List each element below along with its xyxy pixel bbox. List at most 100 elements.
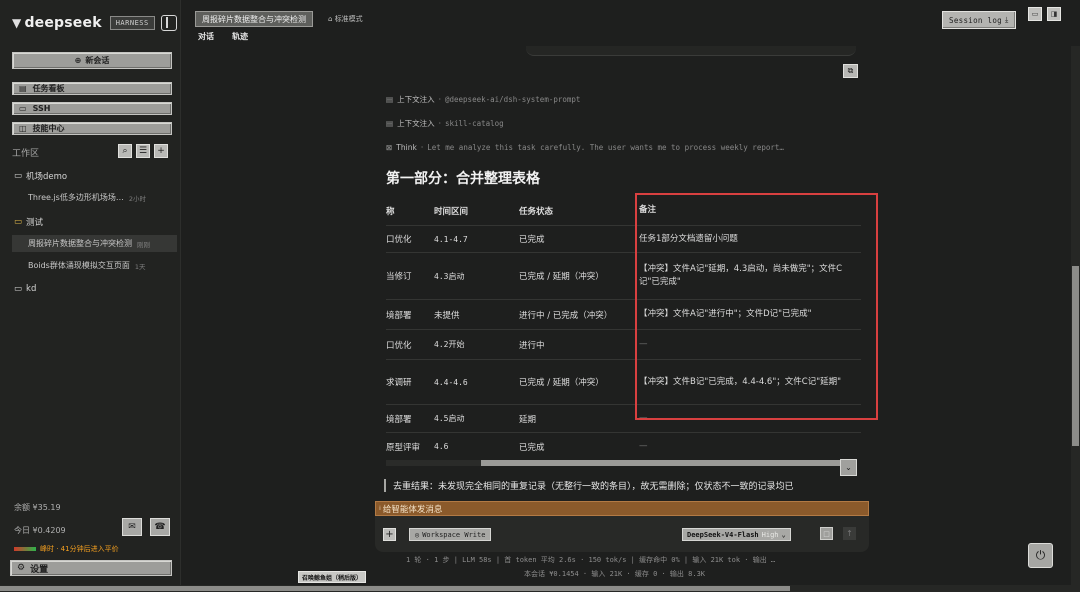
folder-test[interactable]: ▭ 测试 [14,216,43,228]
mode-label: 标准模式 [334,15,363,23]
think-icon: ⊠ [386,143,393,152]
session-time: 1天 [134,262,146,271]
call-button[interactable]: ☎ [150,518,170,536]
balance-text: 余额 ¥35.19 [14,503,61,512]
chat-area: ⧉ ▤ 上下文注入 · @deepseek-ai/dsh-system-prom… [181,46,1071,592]
promo-text: 峰时 · 41分钟后进入平价 [40,545,119,553]
scroll-down-button[interactable]: ⌄ [840,459,857,476]
arrow-up-icon: ↑ [846,529,853,538]
session-item-weekly-report[interactable]: 周报碎片数据整合与冲突检测 刚刚 [12,235,177,252]
cell: 求调研 [386,378,412,388]
session-item-boids[interactable]: Boids群体涌现模拟交互页面 1天 [12,257,177,274]
new-chat-button[interactable]: ⊕ 新会话 [12,52,172,69]
session-log-button[interactable]: Session log ⤓ [942,11,1016,29]
send-button[interactable]: ↑ [843,527,856,540]
cell: 未提供 [434,310,460,321]
folder-airport-demo[interactable]: ▭ 机场demo [14,170,67,182]
folder-kd[interactable]: ▭ kd [14,284,36,294]
context-injection-2[interactable]: ▤ 上下文注入 · skill-catalog [386,118,504,129]
copy-button[interactable]: ⧉ [843,64,858,78]
header-cell: 称 [386,206,395,217]
session-title-pill[interactable]: 周报碎片数据整合与冲突检测 [195,11,313,27]
chevron-down-icon: ⌄ [781,530,786,539]
header-cell: 任务状态 [519,206,554,217]
folder-closed-icon: ▭ [14,284,23,294]
task-board-button[interactable]: ▤ 任务看板 [12,82,172,95]
deepseek-logo: ▼ deepseek [12,15,102,31]
session-cost-line: 本会话 ¥0.1454 · 输入 21K · 缓存 0 · 输出 8.3K [524,570,706,578]
cell: 已完成 / 延期（冲突） [519,378,604,388]
workspace-write-button[interactable]: ◎ Workspace Write [409,528,492,541]
folder-open-icon: ▭ [14,171,23,181]
add-attachment-button[interactable]: + [383,528,396,541]
task-board-label: 任务看板 [32,84,65,93]
view-tabs: 对话 轨迹 [198,31,248,42]
chat-bubble-icon: ✉ [128,522,136,532]
table-row: 原型评审 4.6 已完成 — [386,433,861,460]
summon-whale-tag[interactable]: 召唤鲸鱼姐（稍后版） [298,571,367,583]
model-tier: High [761,530,779,539]
scrollbar-thumb[interactable] [1072,266,1079,446]
main-vertical-scrollbar[interactable] [1071,46,1080,592]
settings-label: 设置 [30,564,49,575]
tab-chat[interactable]: 对话 [198,31,214,42]
think-text: Let me analyze this task carefully. The … [427,143,784,152]
sidebar-toggle-icon[interactable] [161,15,177,31]
whale-icon: ▼ [12,16,22,30]
message-agent-label: 给智能体发消息 [382,504,443,515]
context-label: 上下文注入 [397,119,435,128]
skill-center-button[interactable]: ◫ 技能中心 [12,122,172,135]
mode-indicator[interactable]: ⌂ 标准模式 [328,14,363,24]
think-block[interactable]: ⊠ Think · Let me analyze this task caref… [386,143,784,152]
section-title: 第一部分：合并整理表格 [386,171,540,187]
cell: 4.2开始 [434,340,465,349]
page-horizontal-scrollbar[interactable] [0,585,1080,592]
brand-name: deepseek [24,15,102,31]
session-item-threejs[interactable]: Three.js低多边形机场场… 2小时 [12,189,177,206]
settings-button[interactable]: ⚙ 设置 [10,560,172,576]
pricing-promo: 峰时 · 41分钟后进入平价 [14,544,119,554]
cell: 原型评审 [386,442,421,453]
window-panel-button[interactable]: ◨ [1047,7,1061,21]
folder-open-icon: ▭ [14,217,23,227]
new-folder-icon[interactable]: + [154,144,168,158]
whale-chat-button[interactable]: ✉ [122,518,142,536]
cell: 境部署 [386,310,412,321]
phone-icon: ☎ [154,522,166,532]
cell: 4.3启动 [434,271,465,281]
power-button[interactable]: ⏻ [1028,543,1053,568]
ssh-button[interactable]: ▭ SSH [12,102,172,115]
cell: 已完成 [519,442,545,453]
tab-trace[interactable]: 轨迹 [232,31,248,42]
workspace-label: 工作区 [12,149,40,159]
context-injection-1[interactable]: ▤ 上下文注入 · @deepseek-ai/dsh-system-prompt [386,94,580,105]
stop-button[interactable]: □ [820,527,833,540]
session-time: 刚刚 [137,240,150,249]
copy-icon: ⧉ [847,66,854,75]
power-icon: ⏻ [1035,548,1046,562]
context-value: skill-catalog [444,119,504,128]
search-icon[interactable]: ⌕ [118,144,132,158]
model-selector[interactable]: DeepSeek-V4-Flash High ⌄ [682,528,791,541]
cell: 境部署 [386,414,412,425]
terminal-icon: ▭ [19,104,27,113]
dedupe-result-text: 去重结果：未发现完全相同的重复记录（无整行一致的条目），故无需删除；仅状态不一致… [384,479,794,492]
top-bar: 周报碎片数据整合与冲突检测 ⌂ 标准模式 对话 轨迹 Session log ⤓… [181,0,1080,46]
previous-message-edge [526,46,856,56]
list-icon[interactable]: ☰ [136,144,150,158]
cell: 4.1-4.7 [434,234,468,244]
session-time: 2小时 [128,194,146,203]
window-minimize-button[interactable]: ▭ [1028,7,1042,21]
cell: 当修订 [386,272,412,282]
message-agent-bar[interactable]: ⁞ 给智能体发消息 [375,501,869,516]
workspace-tools: ⌕ ☰ + [118,144,168,158]
chevron-down-icon: ⌄ [845,463,852,472]
scrollbar-thumb[interactable] [481,460,841,466]
today-cost-text: 今日 ¥0.4209 [14,526,66,535]
cell: 已完成 [519,235,545,245]
scrollbar-thumb[interactable] [0,586,790,591]
folder-label: kd [26,284,37,294]
table-horizontal-scrollbar[interactable] [386,460,841,466]
ssh-label: SSH [32,104,51,113]
plus-icon: + [385,529,394,540]
